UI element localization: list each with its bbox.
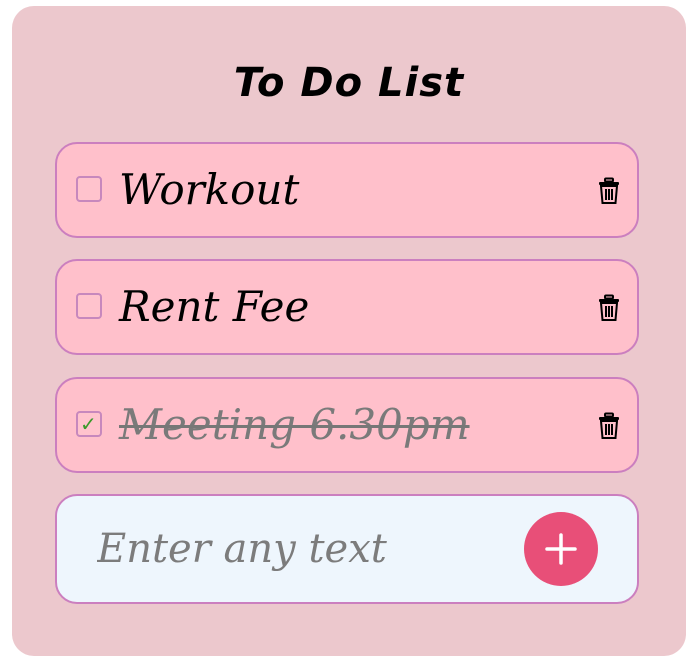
trash-icon[interactable] [597, 177, 621, 205]
trash-icon[interactable] [597, 412, 621, 440]
trash-icon[interactable] [597, 294, 621, 322]
add-todo-button[interactable] [524, 512, 598, 586]
todo-text-completed: Meeting 6.30pm [119, 400, 470, 449]
todo-text: Rent Fee [119, 282, 310, 331]
add-todo-form [55, 494, 639, 604]
todo-item-completed: ✓ Meeting 6.30pm [55, 377, 639, 473]
plus-icon [545, 533, 577, 565]
todo-checkbox[interactable] [76, 176, 102, 202]
todo-item: Rent Fee [55, 259, 639, 355]
todo-item: Workout [55, 142, 639, 238]
new-todo-input[interactable] [97, 520, 497, 578]
todo-card: To Do List Workout Rent Fee ✓ Meeting 6.… [12, 6, 686, 656]
check-icon: ✓ [80, 412, 97, 436]
todo-checkbox[interactable] [76, 293, 102, 319]
app-title: To Do List [233, 60, 465, 106]
todo-text: Workout [119, 165, 300, 214]
todo-checkbox-checked[interactable]: ✓ [76, 411, 102, 437]
